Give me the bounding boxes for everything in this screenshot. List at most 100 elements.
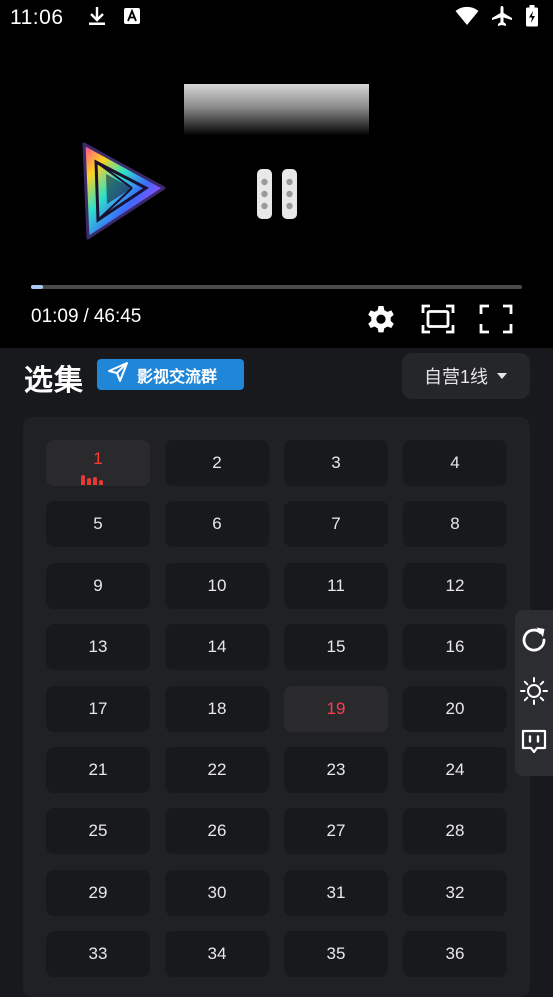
group-chat-label: 影视交流群 [137,368,218,386]
episode-number: 7 [331,514,341,534]
caret-down-icon [496,367,508,385]
episode-panel: 1 2 3 4 5 6 7 8 9 10 11 12 13 14 15 16 17 18 19 20 21 22 23 24 2… [23,417,530,997]
group-chat-badge[interactable]: 影视交流群 [97,359,244,390]
episode-number: 2 [212,453,222,472]
brightness-icon[interactable] [519,676,549,711]
wifi-icon [455,6,479,31]
episode-number: 15 [326,637,346,657]
episode-number: 8 [450,514,460,534]
duration: 46:45 [93,306,142,327]
episode-number: 34 [207,944,227,964]
time-display: 01:09 / 46:45 [31,306,141,328]
episode-number: 36 [445,944,465,964]
episode-number: 19 [326,698,346,718]
episode-button[interactable]: 9 [46,562,150,609]
source-dropdown[interactable]: 自营1线 [402,353,530,399]
episode-button[interactable]: 31 [284,869,388,916]
video-frame-gradient [184,84,369,136]
episode-button[interactable]: 33 [46,931,150,978]
episode-button[interactable]: 2 [165,440,269,486]
paper-plane-icon [107,361,129,388]
episode-header: 选集 影视交流群 自营1线 [0,348,553,406]
episode-button[interactable]: 8 [403,501,507,548]
episode-button[interactable]: 23 [284,746,388,793]
playing-equalizer-icon [81,475,103,485]
episode-number: 35 [326,944,346,964]
episode-number: 23 [326,759,346,779]
episode-button[interactable]: 28 [403,808,507,855]
episode-button[interactable]: 6 [165,501,269,548]
settings-icon[interactable] [364,302,398,336]
episode-number: 21 [88,759,108,779]
app-logo [76,136,168,242]
episode-button-highlighted[interactable]: 19 [284,685,388,732]
episode-number: 32 [445,882,465,902]
episode-button[interactable]: 29 [46,869,150,916]
refresh-icon[interactable] [518,624,550,661]
battery-charging-icon [525,4,539,32]
episode-number: 12 [445,575,465,595]
episode-button[interactable]: 10 [165,562,269,609]
episode-button[interactable]: 16 [403,624,507,671]
video-player[interactable]: 01:09 / 46:45 [0,36,553,348]
episode-button[interactable]: 34 [165,931,269,978]
episode-button[interactable]: 21 [46,746,150,793]
fullscreen-icon[interactable] [479,302,513,336]
episode-button[interactable]: 13 [46,624,150,671]
episode-button-playing[interactable]: 1 [46,440,150,486]
pause-button[interactable] [256,168,298,220]
progress-bar[interactable] [31,285,522,289]
episode-button[interactable]: 11 [284,562,388,609]
episode-button[interactable]: 35 [284,931,388,978]
episode-number: 28 [445,821,465,841]
episode-section-title: 选集 [24,365,85,397]
episode-number: 4 [450,453,460,472]
episode-button[interactable]: 24 [403,746,507,793]
episode-button[interactable]: 15 [284,624,388,671]
episode-button[interactable]: 20 [403,685,507,732]
episode-button[interactable]: 14 [165,624,269,671]
episode-number: 9 [93,575,103,595]
feedback-icon[interactable] [519,727,549,762]
episode-button[interactable]: 3 [284,440,388,486]
episode-number: 11 [327,575,345,595]
status-time: 11:06 [10,6,64,29]
source-label: 自营1线 [423,367,488,387]
episode-button[interactable]: 17 [46,685,150,732]
episode-number: 18 [207,698,227,718]
episode-button[interactable]: 32 [403,869,507,916]
episode-number: 10 [207,575,227,595]
episode-number: 31 [326,882,346,902]
episode-button[interactable]: 18 [165,685,269,732]
episode-button[interactable]: 30 [165,869,269,916]
progress-fill [31,285,44,289]
episode-number: 30 [207,882,227,902]
time-separator: / [83,306,89,327]
font-a-icon [123,7,140,29]
episode-number: 3 [331,453,341,472]
episode-grid: 1 2 3 4 5 6 7 8 9 10 11 12 13 14 15 16 17 18 19 20 21 22 23 24 2… [46,440,507,978]
episode-number: 13 [88,637,108,657]
episode-button[interactable]: 5 [46,501,150,548]
status-bar: 11:06 [0,0,553,36]
episode-button[interactable]: 25 [46,808,150,855]
screen-ratio-icon[interactable] [421,302,455,336]
episode-button[interactable]: 7 [284,501,388,548]
episode-number: 22 [207,759,227,779]
episode-number: 17 [88,698,108,718]
episode-number: 29 [88,882,108,902]
episode-button[interactable]: 4 [403,440,507,486]
episode-number: 16 [445,637,465,657]
episode-number: 6 [212,514,222,534]
episode-button[interactable]: 27 [284,808,388,855]
airplane-icon [491,5,513,32]
episode-button[interactable]: 22 [165,746,269,793]
episode-number: 24 [445,759,465,779]
episode-number: 25 [88,821,108,841]
episode-number: 20 [445,698,465,718]
episode-button[interactable]: 12 [403,562,507,609]
episode-number: 14 [207,637,227,657]
episode-button[interactable]: 36 [403,931,507,978]
download-icon [88,6,106,31]
episode-button[interactable]: 26 [165,808,269,855]
